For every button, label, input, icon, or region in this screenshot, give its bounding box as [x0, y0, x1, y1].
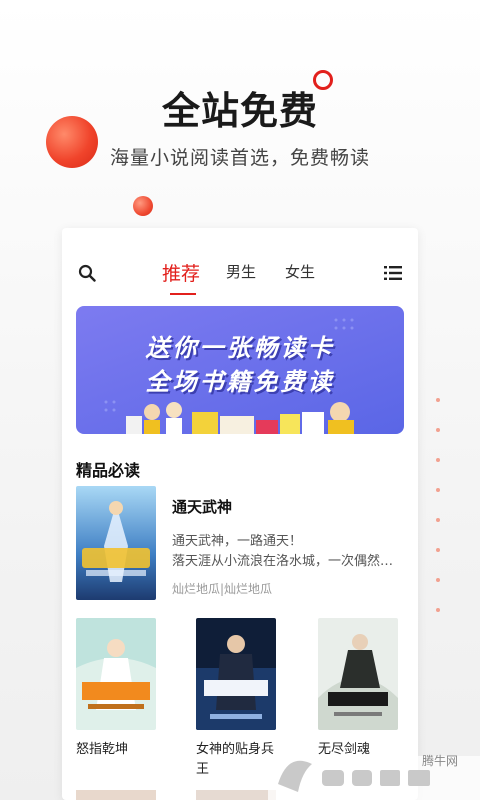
books-illustration [126, 402, 354, 434]
section-title: 精品必读 [76, 461, 141, 480]
active-tab-indicator [170, 293, 196, 295]
site-watermark: 腾牛网 [262, 742, 480, 800]
book-cover[interactable] [196, 618, 276, 730]
book-title[interactable]: 怒指乾坤 [76, 740, 160, 760]
book-cover[interactable] [318, 618, 398, 730]
tab-female[interactable]: 女生 [285, 261, 315, 282]
banner-line-1: 送你一张畅读卡 [145, 334, 335, 362]
promo-headline: 全站免费 [0, 80, 480, 135]
search-icon[interactable] [78, 264, 96, 282]
promo-banner[interactable]: 送你一张畅读卡 全场书籍免费读 [76, 306, 404, 434]
tab-male[interactable]: 男生 [226, 261, 256, 282]
decor-dots [436, 398, 442, 638]
tab-recommend[interactable]: 推荐 [162, 259, 200, 286]
watermark-brand: 腾牛网 [422, 754, 459, 768]
banner-line-2: 全场书籍免费读 [145, 368, 335, 396]
featured-book-desc-2: 落天涯从小流浪在洛水城，一次偶然的… [172, 554, 402, 569]
book-cover[interactable] [76, 618, 156, 730]
book-item[interactable]: 无尽剑魂 [318, 618, 402, 760]
featured-book-title[interactable]: 通天武神 [172, 496, 232, 517]
next-row-cover-peek [76, 790, 156, 800]
promo-title: 全站免费 [155, 80, 324, 135]
promo-subtitle: 海量小说阅读首选，免费畅读 [109, 147, 370, 169]
featured-book-desc-1: 通天武神，一路通天！ [172, 534, 303, 549]
decor-ball-small [133, 196, 153, 216]
top-nav: 推荐 男生 女生 [62, 228, 418, 300]
phone-preview-card: 推荐 男生 女生 送你一张畅读卡 全场书籍免费读 精品必读 通天武神 通天武神，… [62, 228, 418, 800]
book-item[interactable]: 怒指乾坤 [76, 618, 160, 760]
promo-title-text: 全站免费 [161, 89, 318, 133]
list-menu-icon[interactable] [384, 266, 402, 280]
featured-book-cover[interactable] [76, 486, 156, 600]
featured-book-author: 灿烂地瓜|灿烂地瓜 [172, 582, 273, 596]
